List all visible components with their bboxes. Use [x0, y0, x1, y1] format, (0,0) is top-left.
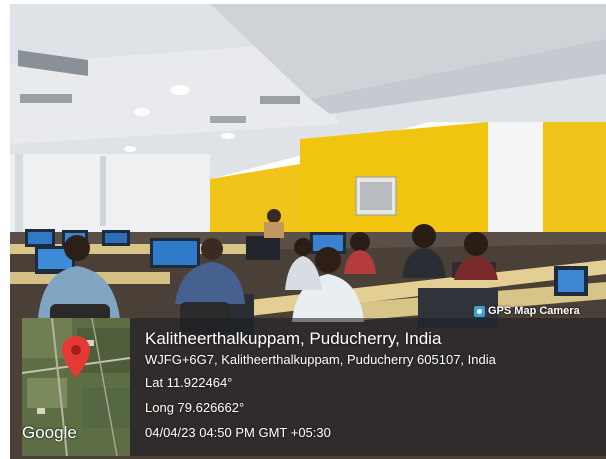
latitude-text: Lat 11.922464°: [145, 375, 233, 390]
badge-label: GPS Map Camera: [488, 305, 580, 317]
location-address: WJFG+6G7, Kalitheerthalkuppam, Puducherr…: [145, 352, 496, 367]
datetime-text: 04/04/23 04:50 PM GMT +05:30: [145, 425, 331, 440]
photo-frame: Google GPS Map Camera Kalitheerthalkuppa…: [0, 0, 606, 459]
camera-icon: [474, 305, 485, 317]
gps-camera-badge: GPS Map Camera: [474, 303, 580, 319]
location-pin-icon: [62, 336, 90, 378]
location-title: Kalitheerthalkuppam, Puducherry, India: [145, 329, 442, 348]
longitude-text: Long 79.626662°: [145, 400, 245, 415]
google-attribution: Google: [22, 423, 77, 442]
